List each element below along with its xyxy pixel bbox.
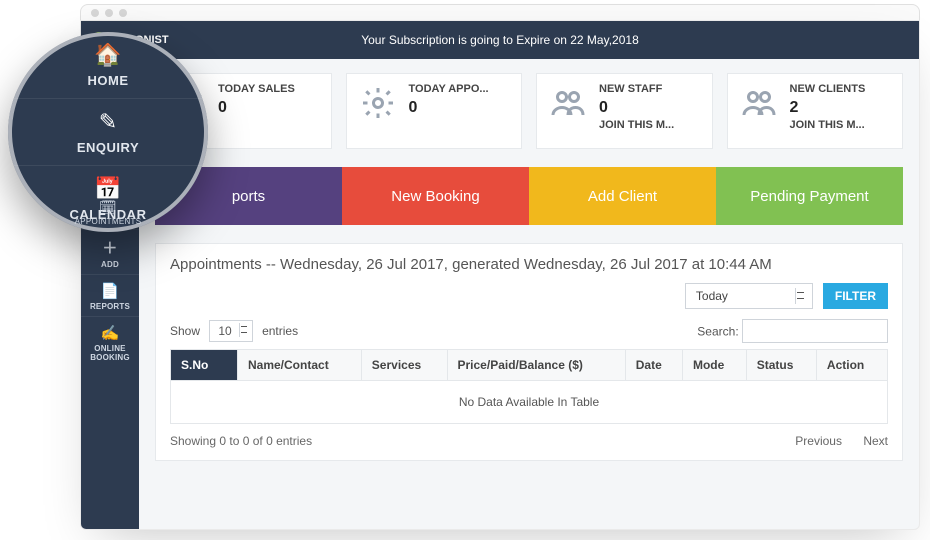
table-info: Showing 0 to 0 of 0 entries — [170, 434, 312, 448]
appointments-icon: 🗓 — [8, 199, 208, 216]
col-sno[interactable]: S.No — [171, 350, 238, 381]
reports-icon: 📄 — [81, 282, 139, 300]
plus-icon: ＋ — [81, 237, 139, 258]
mag-item-enquiry[interactable]: ✎ ENQUIRY — [8, 98, 208, 165]
mag-item-home[interactable]: 🏠 HOME — [8, 32, 208, 98]
sidenav-magnifier: 🏠 HOME ✎ ENQUIRY 📅 CALENDAR 🗓 APPOINTMEN… — [8, 32, 208, 232]
col-mode[interactable]: Mode — [682, 350, 746, 381]
col-status[interactable]: Status — [746, 350, 816, 381]
sidenav-item-add[interactable]: ＋ADD — [81, 229, 139, 274]
next-button[interactable]: Next — [863, 434, 888, 448]
card-new-clients: NEW CLIENTS2JOIN THIS M... — [727, 73, 904, 149]
pencil-icon: ✎ — [8, 109, 208, 135]
tile-add-client[interactable]: Add Client — [529, 167, 716, 225]
col-date[interactable]: Date — [625, 350, 682, 381]
people-icon — [738, 82, 780, 124]
action-tiles: ports New Booking Add Client Pending Pay… — [155, 167, 903, 225]
col-action[interactable]: Action — [816, 350, 887, 381]
sidenav-item-online-booking[interactable]: ✍ONLINE BOOKING — [81, 316, 139, 367]
home-icon: 🏠 — [8, 42, 208, 68]
card-today-appointments: TODAY APPO...0 — [346, 73, 523, 149]
tile-pending-payment[interactable]: Pending Payment — [716, 167, 903, 225]
appointments-panel: Appointments -- Wednesday, 26 Jul 2017, … — [155, 243, 903, 461]
prev-button[interactable]: Previous — [795, 434, 842, 448]
main-content: TODAY SALES0 TODAY APPO...0 NEW STAFF0JO… — [139, 59, 919, 529]
sidenav-item-reports[interactable]: 📄REPORTS — [81, 274, 139, 316]
col-services[interactable]: Services — [361, 350, 447, 381]
filter-button[interactable]: FILTER — [823, 283, 888, 309]
booking-icon: ✍ — [81, 324, 139, 342]
search-input[interactable] — [742, 319, 888, 343]
range-select[interactable]: Today — [685, 283, 813, 309]
gear-icon — [357, 82, 399, 124]
col-price[interactable]: Price/Paid/Balance ($) — [447, 350, 625, 381]
browser-chrome — [80, 4, 920, 21]
appointments-table: S.No Name/Contact Services Price/Paid/Ba… — [170, 349, 888, 424]
stats-cards: TODAY SALES0 TODAY APPO...0 NEW STAFF0JO… — [155, 73, 903, 149]
tile-new-booking[interactable]: New Booking — [342, 167, 529, 225]
mag-item-appointments[interactable]: 🗓 APPOINTMENTS — [8, 199, 208, 226]
card-new-staff: NEW STAFF0JOIN THIS M... — [536, 73, 713, 149]
col-name[interactable]: Name/Contact — [238, 350, 362, 381]
entries-select[interactable]: 10 — [209, 320, 252, 342]
empty-row: No Data Available In Table — [171, 381, 888, 424]
panel-title: Appointments -- Wednesday, 26 Jul 2017, … — [170, 256, 888, 273]
people-icon — [547, 82, 589, 124]
